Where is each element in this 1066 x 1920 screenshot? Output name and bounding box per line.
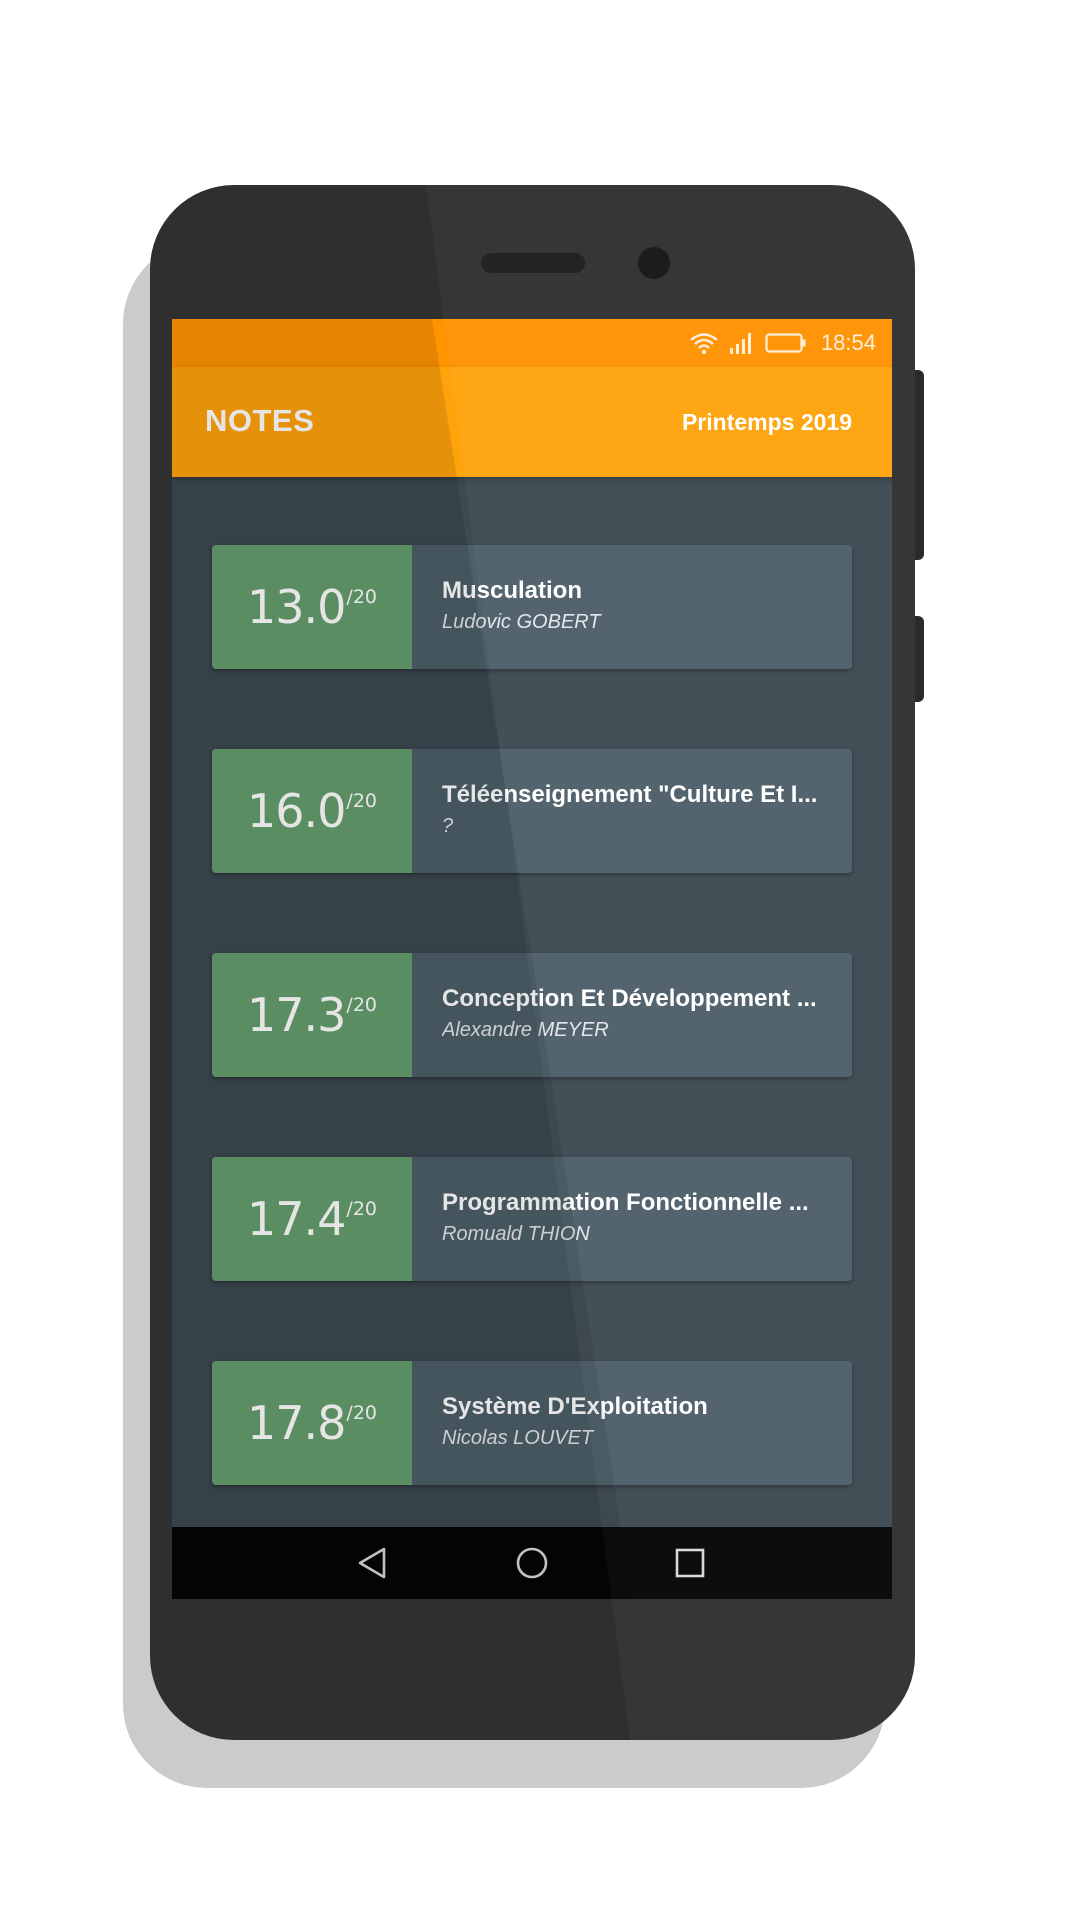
grade-box: 13.0/20 (212, 545, 412, 669)
grade-value: 13.0 (247, 580, 346, 634)
course-teacher: Nicolas LOUVET (442, 1427, 594, 1449)
grade-list: 13.0/20 Musculation Ludovic GOBERT 16.0/… (212, 545, 852, 1565)
app-screen: 18:54 NOTES Printemps 2019 13.0/20 Muscu… (172, 319, 892, 1599)
grade-value: 16.0 (247, 784, 346, 838)
wifi-icon (689, 331, 719, 355)
page-title: NOTES (205, 403, 315, 438)
signal-icon (729, 331, 755, 355)
course-info: Conception Et Développement ... Alexandr… (442, 985, 832, 1042)
course-info: Programmation Fonctionnelle ... Romuald … (442, 1189, 832, 1246)
battery-icon (765, 332, 807, 354)
course-teacher: ? (442, 815, 454, 837)
earpiece-speaker (481, 253, 585, 273)
grade-max: /20 (346, 1402, 377, 1424)
status-time: 18:54 (820, 330, 876, 355)
grade-max: /20 (346, 586, 377, 608)
home-icon[interactable] (514, 1545, 550, 1581)
grade-max: /20 (346, 790, 377, 812)
recents-icon[interactable] (672, 1545, 708, 1581)
grade-value: 17.4 (247, 1192, 346, 1246)
course-title: Conception Et Développement ... (442, 985, 817, 1012)
grade-box: 17.4/20 (212, 1157, 412, 1281)
grade-card[interactable]: 16.0/20 Téléenseignement "Culture Et I..… (212, 749, 852, 873)
front-camera (638, 247, 670, 279)
grade-card[interactable]: 17.4/20 Programmation Fonctionnelle ... … (212, 1157, 852, 1281)
volume-button (914, 370, 924, 560)
course-info: Système D'Exploitation Nicolas LOUVET (442, 1393, 832, 1450)
grade-box: 17.3/20 (212, 953, 412, 1077)
app-bar: NOTES Printemps 2019 (172, 367, 892, 477)
course-info: Téléenseignement "Culture Et I... ? (442, 781, 832, 838)
grade-max: /20 (346, 1198, 377, 1220)
back-icon[interactable] (354, 1545, 390, 1581)
grade-box: 17.8/20 (212, 1361, 412, 1485)
course-title: Programmation Fonctionnelle ... (442, 1189, 809, 1216)
course-title: Système D'Exploitation (442, 1393, 708, 1420)
navigation-bar (172, 1527, 892, 1599)
course-teacher: Ludovic GOBERT (442, 611, 601, 633)
course-teacher: Alexandre MEYER (442, 1019, 609, 1041)
course-info: Musculation Ludovic GOBERT (442, 577, 832, 634)
grade-max: /20 (346, 994, 377, 1016)
power-button (914, 616, 924, 702)
grade-value: 17.3 (247, 988, 346, 1042)
semester-label[interactable]: Printemps 2019 (682, 409, 852, 436)
grade-box: 16.0/20 (212, 749, 412, 873)
status-bar: 18:54 (172, 319, 892, 367)
course-title: Téléenseignement "Culture Et I... (442, 781, 818, 808)
device-frame: 18:54 NOTES Printemps 2019 13.0/20 Muscu… (150, 185, 915, 1740)
grade-card[interactable]: 17.3/20 Conception Et Développement ... … (212, 953, 852, 1077)
grade-value: 17.8 (247, 1396, 346, 1450)
course-title: Musculation (442, 577, 583, 604)
grade-card[interactable]: 13.0/20 Musculation Ludovic GOBERT (212, 545, 852, 669)
course-teacher: Romuald THION (442, 1223, 590, 1245)
grade-card[interactable]: 17.8/20 Système D'Exploitation Nicolas L… (212, 1361, 852, 1485)
